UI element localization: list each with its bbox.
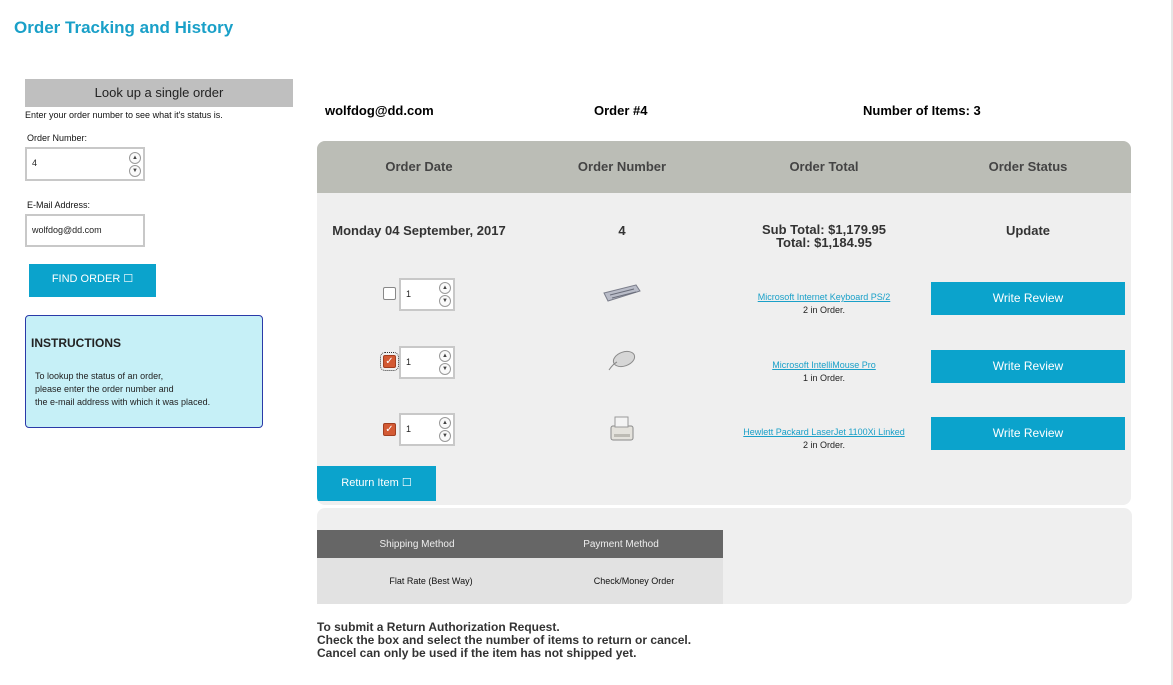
header-order-number: Order Number xyxy=(577,159,667,174)
shipping-table-header: Shipping Method Payment Method xyxy=(317,530,723,558)
header-order-total: Order Total xyxy=(789,159,859,174)
order-number-heading: Order #4 xyxy=(594,103,648,118)
instructions-line: To lookup the status of an order, xyxy=(35,371,164,381)
lookup-help-text: Enter your order number to see what it's… xyxy=(25,110,223,120)
shipping-method-value: Flat Rate (Best Way) xyxy=(389,576,473,586)
spin-up-icon[interactable]: ▲ xyxy=(439,282,451,294)
return-qty-stepper[interactable]: 1 ▲ ▼ xyxy=(399,278,455,311)
keyboard-icon xyxy=(602,281,642,312)
footer-line: To submit a Return Authorization Request… xyxy=(317,620,560,634)
order-table-header: Order Date Order Number Order Total Orde… xyxy=(317,141,1131,193)
spin-up-icon[interactable]: ▲ xyxy=(439,350,451,362)
item-link[interactable]: Microsoft IntelliMouse Pro xyxy=(723,360,925,370)
header-payment-method: Payment Method xyxy=(583,539,659,550)
order-date: Monday 04 September, 2017 xyxy=(332,223,506,238)
return-qty-value: 1 xyxy=(406,424,412,434)
email-label: E-Mail Address: xyxy=(27,200,91,210)
spin-down-icon[interactable]: ▼ xyxy=(439,363,451,375)
return-qty-stepper[interactable]: 1 ▲ ▼ xyxy=(399,346,455,379)
item-qty-text: 1 in Order. xyxy=(802,373,846,383)
write-review-button[interactable]: Write Review xyxy=(931,350,1125,383)
item-qty-text: 2 in Order. xyxy=(802,440,846,450)
footer-line: Check the box and select the number of i… xyxy=(317,633,692,647)
order-status-cell: Update xyxy=(1005,223,1051,238)
instructions-box: INSTRUCTIONS To lookup the status of an … xyxy=(25,315,263,428)
return-item-button[interactable]: Return Item ☐ xyxy=(317,466,436,501)
grand-total: Total: $1,184.95 xyxy=(776,235,872,250)
order-total-cell: Sub Total: $1,179.95 Total: $1,184.95 xyxy=(723,223,925,249)
spin-down-icon[interactable]: ▼ xyxy=(129,165,141,177)
order-panel: Order Date Order Number Order Total Orde… xyxy=(317,141,1131,505)
payment-method-value: Check/Money Order xyxy=(593,576,675,586)
return-checkbox[interactable]: ✓ xyxy=(383,423,396,436)
write-review-button[interactable]: Write Review xyxy=(931,417,1125,450)
email-field[interactable]: wolfdog@dd.com xyxy=(25,214,145,247)
return-qty-stepper[interactable]: 1 ▲ ▼ xyxy=(399,413,455,446)
return-qty-value: 1 xyxy=(406,289,412,299)
instructions-title: INSTRUCTIONS xyxy=(31,336,121,350)
header-shipping-method: Shipping Method xyxy=(379,539,455,550)
order-number-input[interactable]: 4 ▲ ▼ xyxy=(25,147,145,181)
item-qty-text: 2 in Order. xyxy=(802,305,846,315)
spin-down-icon[interactable]: ▼ xyxy=(439,430,451,442)
return-checkbox[interactable]: ✓ xyxy=(380,352,399,371)
order-number-value: 4 xyxy=(32,158,38,168)
spin-up-icon[interactable]: ▲ xyxy=(129,152,141,164)
return-checkbox[interactable] xyxy=(383,287,396,300)
page-title: Order Tracking and History xyxy=(14,18,234,37)
footer-line: Cancel can only be used if the item has … xyxy=(317,646,637,660)
lookup-header: Look up a single order xyxy=(25,79,293,107)
shipping-panel: Shipping Method Payment Method Flat Rate… xyxy=(317,508,1132,604)
customer-email: wolfdog@dd.com xyxy=(325,103,434,118)
instructions-text: To lookup the status of an order, please… xyxy=(35,370,210,409)
mouse-icon xyxy=(607,348,637,379)
spin-down-icon[interactable]: ▼ xyxy=(439,295,451,307)
order-number-label: Order Number: xyxy=(27,133,88,143)
item-link[interactable]: Hewlett Packard LaserJet 1100Xi Linked xyxy=(723,427,925,437)
item-count: Number of Items: 3 xyxy=(863,103,981,118)
header-order-status: Order Status xyxy=(988,159,1068,174)
header-order-date: Order Date xyxy=(385,159,453,174)
return-instructions: To submit a Return Authorization Request… xyxy=(317,621,691,660)
order-number-cell: 4 xyxy=(618,223,626,238)
find-order-button[interactable]: FIND ORDER ☐ xyxy=(29,264,156,297)
item-link[interactable]: Microsoft Internet Keyboard PS/2 xyxy=(723,292,925,302)
return-qty-value: 1 xyxy=(406,357,412,367)
write-review-button[interactable]: Write Review xyxy=(931,282,1125,315)
instructions-line: the e-mail address with which it was pla… xyxy=(35,397,211,407)
spin-up-icon[interactable]: ▲ xyxy=(439,417,451,429)
printer-icon xyxy=(607,414,637,451)
instructions-line: please enter the order number and xyxy=(35,384,174,394)
